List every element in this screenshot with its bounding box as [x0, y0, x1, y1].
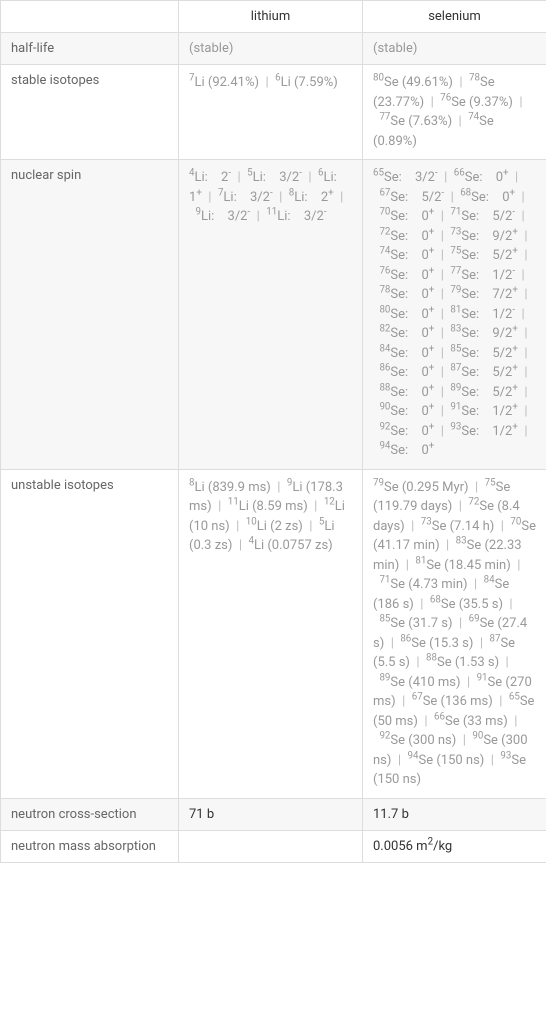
header-lithium: lithium: [179, 1, 363, 33]
header-selenium: selenium: [363, 1, 546, 33]
ncs-lithium: 71 b: [179, 798, 363, 830]
stable-isotopes-lithium: 7Li (92.41%) | 6Li (7.59%): [179, 65, 363, 160]
row-half-life: half-life (stable) (stable): [1, 33, 546, 65]
nma-selenium: 0.0056 m2/kg: [363, 830, 546, 862]
row-label: nuclear spin: [1, 160, 179, 470]
unstable-isotopes-selenium: 79Se (0.295 Myr) | 75Se (119.79 days) | …: [363, 469, 546, 798]
row-label: stable isotopes: [1, 65, 179, 160]
header-row: lithium selenium: [1, 1, 546, 33]
nma-unit: /kg: [433, 839, 452, 854]
nma-lithium: [179, 830, 363, 862]
row-neutron-mass-absorption: neutron mass absorption 0.0056 m2/kg: [1, 830, 546, 862]
unstable-isotopes-lithium: 8Li (839.9 ms) | 9Li (178.3 ms) | 11Li (…: [179, 469, 363, 798]
nuclear-spin-selenium: 65Se: 3/2- | 66Se: 0+ | 67Se: 5/2- | 68S…: [363, 160, 546, 470]
stable-isotopes-selenium: 80Se (49.61%) | 78Se (23.77%) | 76Se (9.…: [363, 65, 546, 160]
header-blank: [1, 1, 179, 33]
row-label: half-life: [1, 33, 179, 65]
nuclear-spin-lithium: 4Li: 2- | 5Li: 3/2- | 6Li: 1+ | 7Li: 3/2…: [179, 160, 363, 470]
row-unstable-isotopes: unstable isotopes 8Li (839.9 ms) | 9Li (…: [1, 469, 546, 798]
ncs-selenium: 11.7 b: [363, 798, 546, 830]
row-neutron-cross-section: neutron cross-section 71 b 11.7 b: [1, 798, 546, 830]
half-life-selenium: (stable): [363, 33, 546, 65]
row-label: neutron mass absorption: [1, 830, 179, 862]
row-stable-isotopes: stable isotopes 7Li (92.41%) | 6Li (7.59…: [1, 65, 546, 160]
row-label: neutron cross-section: [1, 798, 179, 830]
row-label: unstable isotopes: [1, 469, 179, 798]
half-life-lithium: (stable): [179, 33, 363, 65]
nma-value: 0.0056 m: [373, 839, 428, 854]
nuclear-properties-table: lithium selenium half-life (stable) (sta…: [0, 0, 546, 863]
row-nuclear-spin: nuclear spin 4Li: 2- | 5Li: 3/2- | 6Li: …: [1, 160, 546, 470]
